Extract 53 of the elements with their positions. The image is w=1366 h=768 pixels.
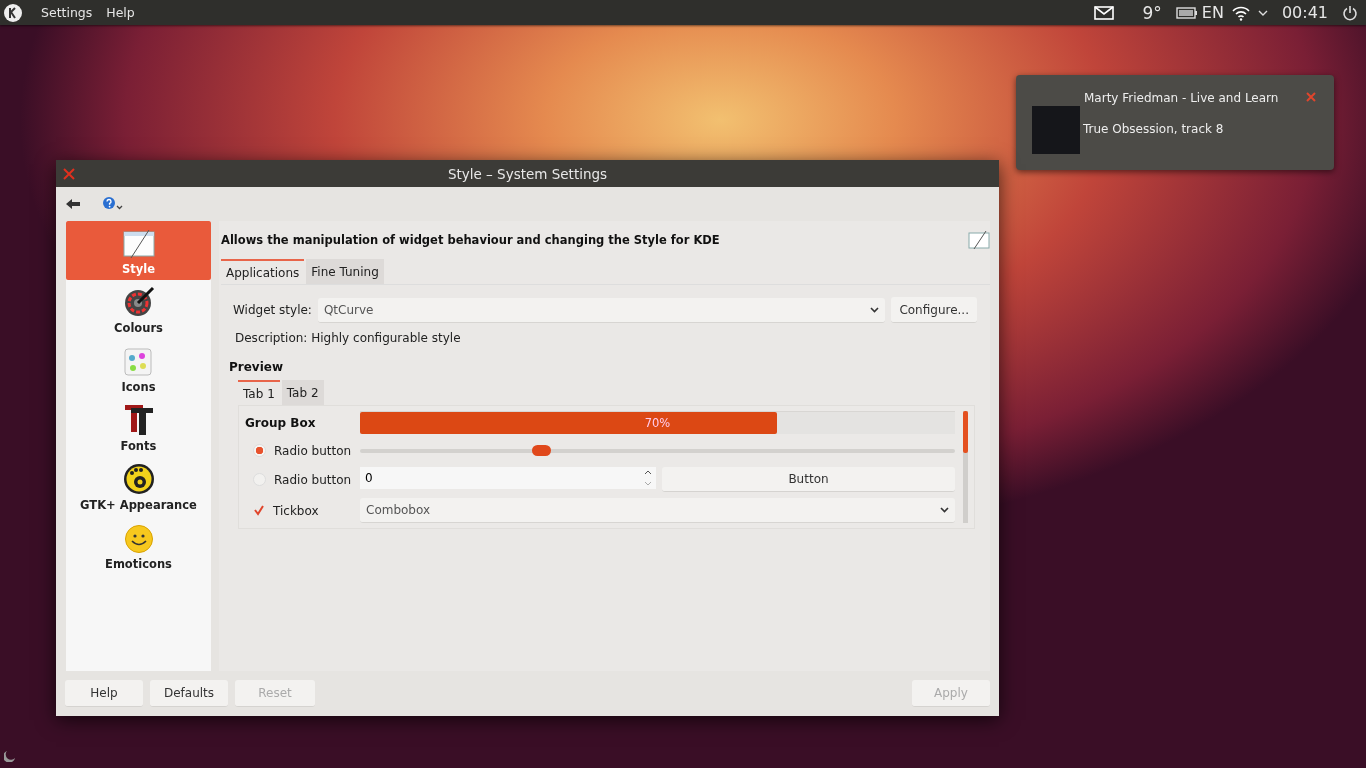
- palette-dots-icon: [122, 345, 155, 377]
- album-cover-placeholder: [1032, 106, 1080, 154]
- sidebar-item[interactable]: GTK+ Appearance: [66, 457, 211, 516]
- slider-handle[interactable]: [532, 444, 552, 456]
- dialog-button[interactable]: Help: [65, 680, 143, 707]
- letter-t-icon: [122, 402, 155, 436]
- panel-menu-item[interactable]: Settings: [41, 5, 93, 20]
- wifi-icon[interactable]: [1231, 4, 1250, 21]
- window-pencil-icon: [122, 229, 155, 259]
- back-arrow-icon[interactable]: [66, 199, 80, 209]
- keyboard-layout[interactable]: EN: [1201, 3, 1224, 22]
- power-icon[interactable]: [1342, 4, 1358, 21]
- preview-heading: Preview: [229, 360, 284, 374]
- tab[interactable]: Fine Tuning: [306, 259, 384, 284]
- notification-body: True Obsession, track 8: [1083, 122, 1224, 136]
- chevron-down-icon: [870, 306, 880, 313]
- clock[interactable]: 00:41: [1281, 3, 1328, 22]
- help-icon[interactable]: [102, 197, 124, 211]
- widget-style-dropdown[interactable]: QtCurve: [317, 297, 886, 323]
- spin-box[interactable]: 0: [360, 467, 656, 489]
- launcher-icon[interactable]: [3, 2, 23, 23]
- sidebar-item[interactable]: Icons: [66, 339, 211, 398]
- chevron-down-icon[interactable]: [1257, 8, 1268, 17]
- panel-menu-item[interactable]: Help: [106, 5, 135, 20]
- field-label: Widget style:: [233, 303, 312, 317]
- chevron-down-icon: [940, 507, 949, 513]
- notification-title: Marty Friedman - Live and Learn: [1084, 91, 1279, 105]
- sidebar-item[interactable]: Fonts: [66, 398, 211, 457]
- push-button[interactable]: Button: [662, 467, 955, 492]
- mail-icon[interactable]: [1094, 5, 1115, 20]
- sidebar-item[interactable]: Emoticons: [66, 516, 211, 575]
- sidebar-item[interactable]: Style: [66, 221, 211, 280]
- window-pencil-icon[interactable]: [968, 231, 990, 249]
- group-box-title: Group Box: [245, 415, 317, 430]
- battery-icon[interactable]: [1175, 6, 1198, 19]
- radio-button[interactable]: Radio button: [245, 469, 360, 490]
- window-title: Style – System Settings: [447, 165, 608, 182]
- style-description: Description: Highly configurable style: [235, 331, 462, 345]
- close-icon[interactable]: [63, 168, 75, 180]
- temperature[interactable]: 9°: [1142, 2, 1162, 23]
- checkbox[interactable]: Tickbox: [245, 500, 360, 521]
- radio-button[interactable]: Radio button: [245, 440, 360, 461]
- sidebar-item[interactable]: Colours: [66, 280, 211, 339]
- smiley-icon: [123, 524, 154, 554]
- module-description: Allows the manipulation of widget behaviour and changing the Style for KDE: [221, 233, 720, 247]
- moon-icon[interactable]: [4, 748, 18, 762]
- dialog-button[interactable]: Defaults: [150, 680, 228, 707]
- colour-dial-icon: [122, 286, 155, 318]
- tab[interactable]: Tab 2: [281, 380, 324, 405]
- scrollbar[interactable]: [963, 411, 968, 523]
- progress-label: 70%: [643, 416, 672, 430]
- configure-button[interactable]: Configure...: [891, 297, 977, 323]
- combo-box[interactable]: Combobox: [360, 498, 955, 523]
